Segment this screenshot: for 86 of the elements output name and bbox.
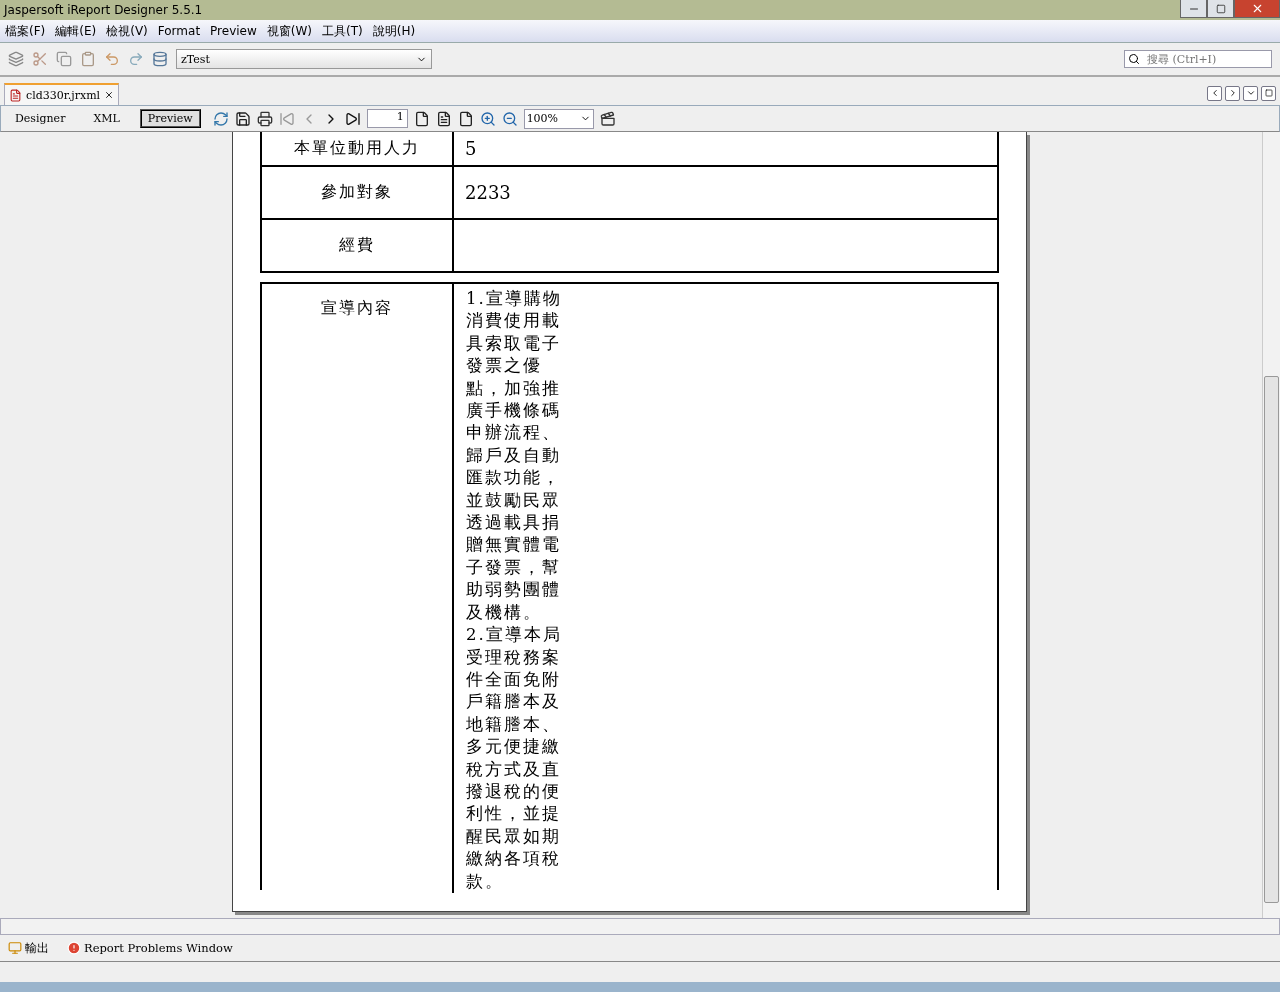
field-value: 5 [465, 138, 477, 159]
minimize-button[interactable] [1180, 0, 1207, 18]
content-text: 戶籍謄本及 [466, 691, 562, 714]
content-text: 件全面免附 [466, 668, 562, 691]
menu-item[interactable]: 檔案(F) [0, 22, 51, 40]
content-text: 透過載具捐 [466, 512, 562, 535]
layers-icon[interactable] [8, 51, 24, 67]
dropdown-button[interactable] [1243, 85, 1258, 101]
window-title: Jaspersoft iReport Designer 5.5.1 [2, 3, 203, 17]
content-text: 匯款功能， [466, 467, 562, 490]
view-tab[interactable]: Designer [7, 109, 74, 128]
menu-item[interactable]: 說明(H) [367, 22, 421, 40]
menu-item[interactable]: 視窗(W) [261, 22, 318, 40]
view-tab[interactable]: XML [85, 109, 128, 128]
tab-label[interactable]: 輸出 [25, 940, 49, 956]
vertical-scrollbar[interactable] [1262, 132, 1280, 918]
zoom-in-icon[interactable] [479, 110, 496, 127]
menu-item[interactable]: 工具(T) [317, 22, 368, 40]
maximize-button[interactable] [1261, 85, 1276, 101]
page-width-icon[interactable] [435, 110, 452, 127]
field-label: 經費 [262, 220, 454, 271]
menu-item[interactable]: Format [152, 24, 206, 38]
content-text: 助弱勢團體 [466, 579, 562, 602]
datasource-select[interactable]: zTest [176, 49, 432, 69]
save-icon[interactable] [234, 110, 251, 127]
field-value: 2233 [465, 182, 511, 203]
database-icon[interactable] [152, 51, 168, 67]
scroll-right-button[interactable] [1225, 85, 1240, 101]
content-text: 點，加強推 [466, 377, 562, 400]
print-icon[interactable] [256, 110, 273, 127]
content-text: 2.宣導本局 [466, 624, 563, 647]
search-field[interactable]: 搜尋 (Ctrl+I) [1124, 50, 1272, 68]
copy-icon[interactable] [56, 51, 72, 67]
last-page-icon[interactable] [344, 110, 361, 127]
menu-item[interactable]: Preview [205, 24, 262, 38]
maximize-icon [1264, 89, 1273, 97]
paste-icon[interactable] [80, 51, 96, 67]
content-text: 廣手機條碼 [466, 400, 562, 423]
content-text: 繳納各項稅 [466, 848, 562, 871]
first-page-icon[interactable] [278, 110, 295, 127]
content-text: 受理稅務案 [466, 646, 562, 669]
restore-icon [1215, 3, 1226, 14]
close-button[interactable] [1234, 0, 1280, 18]
close-icon[interactable] [104, 90, 115, 100]
page-height-icon[interactable] [457, 110, 474, 127]
cut-icon[interactable] [32, 51, 48, 67]
field-label: 宣導內容 [321, 298, 393, 319]
restore-button[interactable] [1207, 0, 1234, 18]
clapperboard-icon[interactable] [599, 110, 616, 127]
search-icon[interactable] [1128, 53, 1140, 65]
window-icon [8, 941, 22, 955]
alert-icon [67, 941, 81, 955]
content-text: 醒民眾如期 [466, 825, 562, 848]
content-text: 及機構。 [466, 601, 543, 624]
content-text: 利性，並提 [466, 803, 562, 826]
panel-tab[interactable]: 輸出 [8, 940, 49, 956]
content-text: 贈無實體電 [466, 534, 562, 557]
content-text: 款。 [466, 870, 505, 893]
page-field[interactable]: 1 [366, 109, 408, 128]
zoom-select[interactable]: 100% [523, 108, 594, 129]
editor-tab[interactable]: cld330r.jrxml [4, 83, 120, 105]
content-text: 發票之優 [466, 355, 543, 378]
menu-item[interactable]: 編輯(E) [50, 22, 102, 40]
content-text: 撥退稅的便 [466, 780, 562, 803]
horizontal-scrollbar[interactable] [0, 918, 1280, 935]
file-icon [9, 88, 22, 102]
content-text: 地籍謄本、 [466, 713, 562, 736]
field-label: 參加對象 [262, 167, 454, 218]
scroll-left-button[interactable] [1207, 85, 1222, 101]
field-label: 本單位動用人力 [262, 132, 454, 165]
content-text: 多元便捷繳 [466, 736, 562, 759]
content-text: 消費使用載 [466, 310, 562, 333]
content-text: 申辦流程、 [466, 422, 562, 445]
content-text: 歸戶及自動 [466, 444, 562, 467]
scroll-thumb[interactable] [1264, 376, 1279, 903]
content-text: 稅方式及直 [466, 758, 562, 781]
content-text: 並鼓勵民眾 [466, 489, 562, 512]
zoom-out-icon[interactable] [501, 110, 518, 127]
content-text: 具索取電子 [466, 332, 562, 355]
content-text: 子發票，幫 [466, 556, 562, 579]
view-tab[interactable]: Preview [139, 109, 201, 128]
caret-icon [1245, 88, 1256, 98]
refresh-icon[interactable] [212, 110, 229, 127]
page-icon[interactable] [413, 110, 430, 127]
content-text: 1.宣導購物 [466, 288, 563, 310]
menu-item[interactable]: 檢視(V) [101, 22, 153, 40]
